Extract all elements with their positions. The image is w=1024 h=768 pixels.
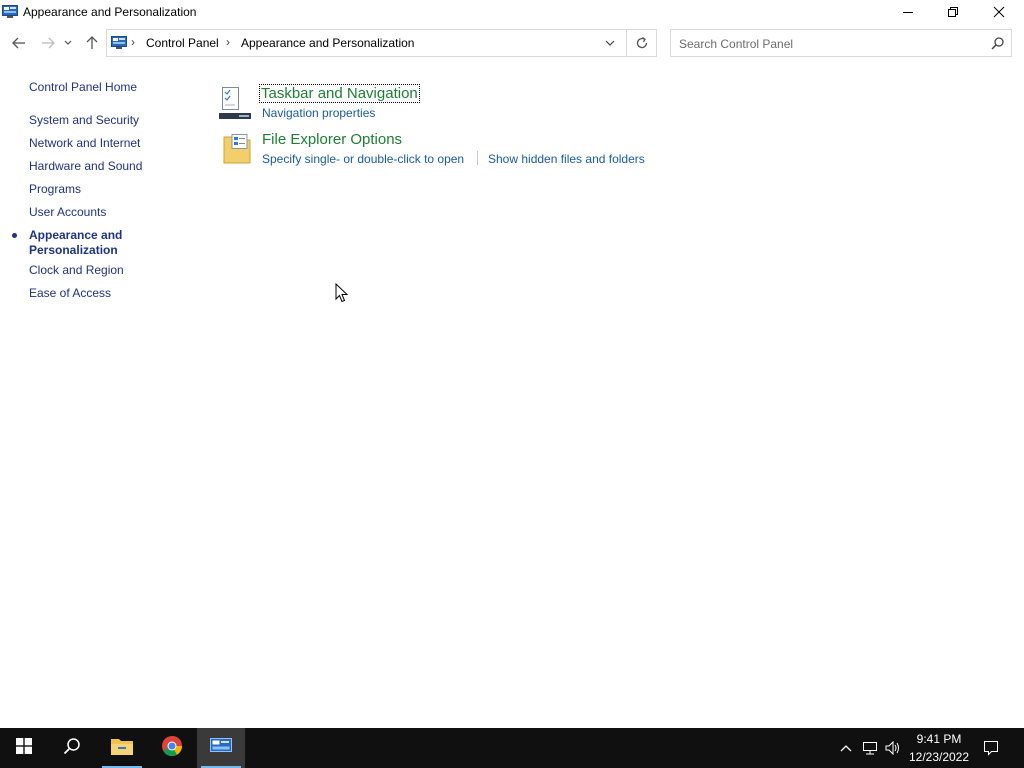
chrome-icon <box>161 735 183 762</box>
forward-button[interactable] <box>37 32 59 54</box>
breadcrumb-separator-icon[interactable]: › <box>226 35 230 49</box>
action-center-icon[interactable] <box>983 740 999 756</box>
back-button[interactable] <box>8 32 30 54</box>
search-icon <box>63 737 81 760</box>
refresh-button[interactable] <box>626 30 656 56</box>
restore-button[interactable] <box>930 0 976 24</box>
taskbar <box>0 728 1024 768</box>
file-explorer-options-title[interactable]: File Explorer Options <box>262 131 402 148</box>
nav-user-accounts[interactable]: User Accounts <box>29 205 106 220</box>
nav-network-and-internet[interactable]: Network and Internet <box>29 136 140 151</box>
nav-appearance-and-personalization: Appearance and Personalization <box>29 228 123 257</box>
address-bar[interactable]: › Control Panel › Appearance and Persona… <box>106 29 657 57</box>
title-bar[interactable]: Appearance and Personalization <box>0 0 1024 24</box>
up-button[interactable] <box>81 32 103 54</box>
taskbar-navigation-icon <box>219 86 251 120</box>
address-dropdown-icon[interactable] <box>599 30 621 56</box>
control-panel-icon <box>210 737 232 760</box>
control-panel-home-link[interactable]: Control Panel Home <box>29 80 137 95</box>
close-button[interactable] <box>976 0 1022 24</box>
file-explorer-taskbar-button[interactable] <box>98 728 146 768</box>
window-title: Appearance and Personalization <box>23 5 197 19</box>
control-panel-icon <box>111 35 127 49</box>
nav-programs[interactable]: Programs <box>29 182 81 197</box>
search-box[interactable]: Search Control Panel <box>670 29 1012 57</box>
start-icon <box>16 737 32 759</box>
network-icon[interactable] <box>862 740 878 756</box>
control-panel-window: Appearance and Personalization › Control… <box>0 0 1024 728</box>
file-explorer-icon <box>110 736 134 761</box>
chrome-taskbar-button[interactable] <box>148 728 196 768</box>
file-explorer-options-icon <box>223 132 251 164</box>
clock-time[interactable]: 9:41 PM <box>908 732 970 746</box>
breadcrumb-control-panel[interactable]: Control Panel <box>146 36 219 50</box>
volume-icon[interactable] <box>885 740 901 756</box>
control-panel-taskbar-button[interactable] <box>197 728 245 768</box>
start-button[interactable] <box>0 728 48 768</box>
chevron-up-icon[interactable] <box>838 740 854 756</box>
control-panel-app-icon <box>2 4 18 18</box>
recent-locations-chevron-icon[interactable] <box>61 32 75 54</box>
breadcrumb-separator-icon[interactable]: › <box>131 35 135 49</box>
nav-hardware-and-sound[interactable]: Hardware and Sound <box>29 159 142 174</box>
mouse-cursor-icon <box>335 282 349 303</box>
taskbar-and-navigation-title[interactable]: Taskbar and Navigation <box>259 84 420 103</box>
clock-date[interactable]: 12/23/2022 <box>908 750 970 764</box>
nav-clock-and-region[interactable]: Clock and Region <box>29 263 124 278</box>
minimize-button[interactable] <box>885 0 931 24</box>
show-hidden-files-link[interactable]: Show hidden files and folders <box>488 152 645 166</box>
task-separator <box>477 151 478 165</box>
navigation-properties-link[interactable]: Navigation properties <box>262 106 375 120</box>
taskbar-search-button[interactable] <box>48 728 96 768</box>
breadcrumb-appearance[interactable]: Appearance and Personalization <box>241 36 414 50</box>
nav-system-and-security[interactable]: System and Security <box>29 113 139 128</box>
nav-ease-of-access[interactable]: Ease of Access <box>29 286 111 301</box>
specify-click-link[interactable]: Specify single- or double-click to open <box>262 152 464 166</box>
search-input[interactable]: Search Control Panel <box>679 37 793 51</box>
current-page-bullet <box>12 233 17 238</box>
search-icon[interactable] <box>991 36 1005 50</box>
